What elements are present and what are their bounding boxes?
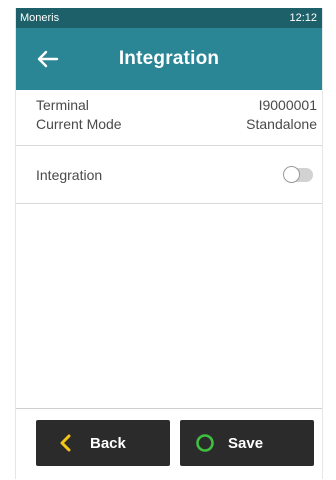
integration-label: Integration xyxy=(36,166,103,183)
terminal-row: Terminal I9000001 xyxy=(36,96,317,115)
mode-label: Current Mode xyxy=(36,116,122,132)
clock: 12:12 xyxy=(289,12,317,24)
page-title: Integration xyxy=(118,48,220,69)
mode-row: Current Mode Standalone xyxy=(36,115,317,134)
terminal-info: Terminal I9000001 Current Mode Standalon… xyxy=(16,90,322,146)
save-button[interactable]: Save xyxy=(180,420,314,466)
carrier-label: Moneris xyxy=(20,12,60,24)
arrow-left-icon[interactable] xyxy=(34,45,62,73)
integration-setting-row: Integration xyxy=(16,146,322,204)
mode-value: Standalone xyxy=(246,116,317,132)
back-button-label: Back xyxy=(90,434,126,452)
integration-toggle[interactable] xyxy=(283,165,313,183)
toggle-knob xyxy=(283,165,300,183)
content-area xyxy=(16,204,322,411)
back-button[interactable]: Back xyxy=(36,420,170,466)
chevron-left-icon xyxy=(54,432,76,454)
device-screen: Moneris 12:12 Integration Terminal I9000… xyxy=(15,8,323,480)
app-bar: Integration xyxy=(16,28,322,90)
bottom-action-bar: Back Save xyxy=(16,408,322,480)
save-button-label: Save xyxy=(228,434,264,452)
terminal-value: I9000001 xyxy=(258,97,317,113)
status-bar: Moneris 12:12 xyxy=(16,8,322,28)
terminal-label: Terminal xyxy=(36,97,89,113)
circle-icon xyxy=(194,432,216,454)
